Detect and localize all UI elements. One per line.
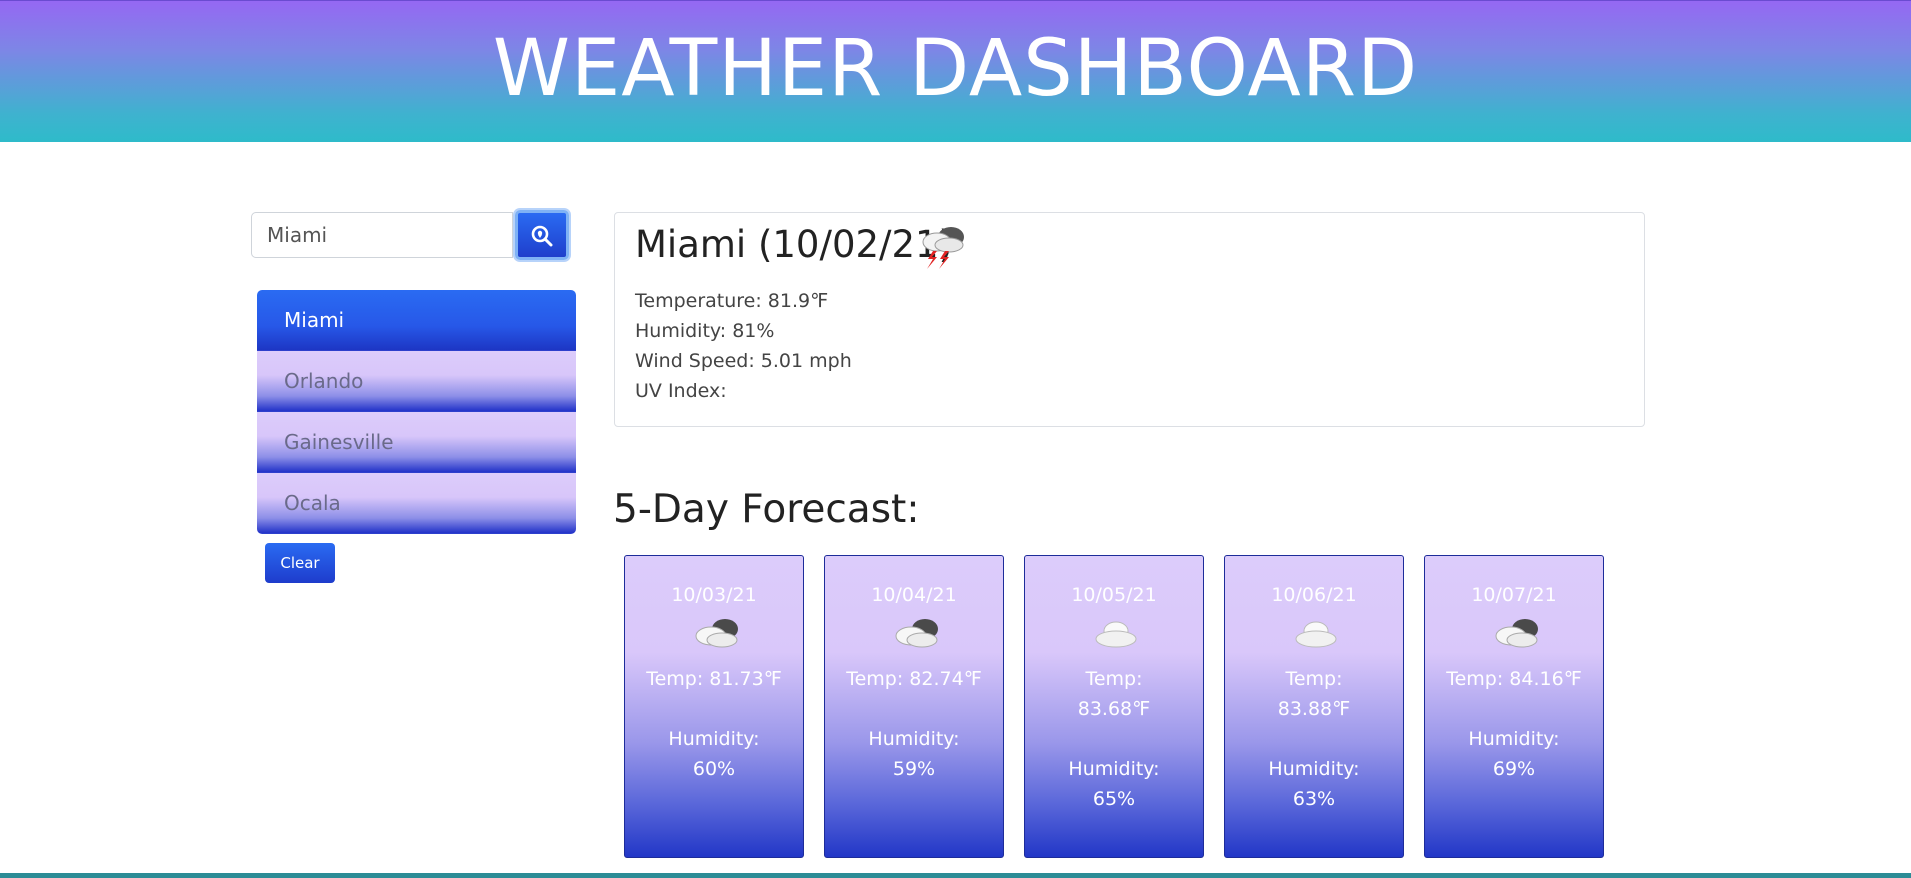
forecast-temp: Temp: 82.74℉ [846, 668, 982, 690]
current-humidity: Humidity: 81% [635, 320, 775, 342]
current-uv-index: UV Index: [635, 380, 727, 402]
forecast-card: 10/04/21 Temp: 82.74℉ Humidity: 59% [824, 555, 1004, 858]
forecast-card: 10/03/21 Temp: 81.73℉ Humidity: 60% [624, 555, 804, 858]
forecast-date: 10/03/21 [671, 584, 757, 606]
current-weather-card: Miami (10/02/21) Temperature: 81.9℉ Humi… [614, 212, 1645, 427]
cloud-icon [1295, 621, 1337, 648]
forecast-date: 10/05/21 [1071, 584, 1157, 606]
city-search-input[interactable] [251, 212, 513, 258]
history-item-orlando[interactable]: Orlando [257, 351, 576, 412]
cloudy-icon [1495, 619, 1538, 648]
footer-bar [0, 873, 1911, 878]
search-button[interactable] [515, 210, 569, 260]
forecast-card: 10/06/21 Temp: 83.88℉ Humidity: 63% [1224, 555, 1404, 858]
cloudy-icon [895, 619, 938, 648]
forecast-humidity: Humidity: 60% [668, 728, 760, 780]
forecast-date: 10/04/21 [871, 584, 957, 606]
forecast-date: 10/06/21 [1271, 584, 1357, 606]
search-history-list: Miami Orlando Gainesville Ocala [257, 290, 576, 534]
forecast-humidity: Humidity: 69% [1468, 728, 1560, 780]
forecast-temp: Temp: 83.88℉ [1277, 668, 1351, 720]
cloudy-icon [695, 619, 738, 648]
history-item-miami[interactable]: Miami [257, 290, 576, 351]
thunderstorm-icon [922, 227, 964, 269]
page-header: WEATHER DASHBOARD [0, 0, 1911, 142]
cloud-icon [1095, 621, 1137, 648]
forecast-card: 10/05/21 Temp: 83.68℉ Humidity: 65% [1024, 555, 1204, 858]
forecast-humidity: Humidity: 63% [1268, 758, 1360, 810]
current-city-title: Miami (10/02/21) [635, 223, 954, 266]
forecast-temp: Temp: 84.16℉ [1446, 668, 1582, 690]
history-item-gainesville[interactable]: Gainesville [257, 412, 576, 473]
forecast-date: 10/07/21 [1471, 584, 1557, 606]
history-item-ocala[interactable]: Ocala [257, 473, 576, 534]
forecast-temp: Temp: 81.73℉ [646, 668, 782, 690]
forecast-humidity: Humidity: 59% [868, 728, 960, 780]
clear-button[interactable]: Clear [265, 543, 335, 583]
forecast-card: 10/07/21 Temp: 84.16℉ Humidity: 69% [1424, 555, 1604, 858]
page-title: WEATHER DASHBOARD [492, 24, 1419, 114]
forecast-temp: Temp: 83.68℉ [1077, 668, 1151, 720]
forecast-heading: 5-Day Forecast: [613, 487, 920, 532]
current-wind-speed: Wind Speed: 5.01 mph [635, 350, 852, 372]
forecast-humidity: Humidity: 65% [1068, 758, 1160, 810]
search-location-icon [531, 225, 553, 247]
current-temperature: Temperature: 81.9℉ [635, 290, 829, 312]
